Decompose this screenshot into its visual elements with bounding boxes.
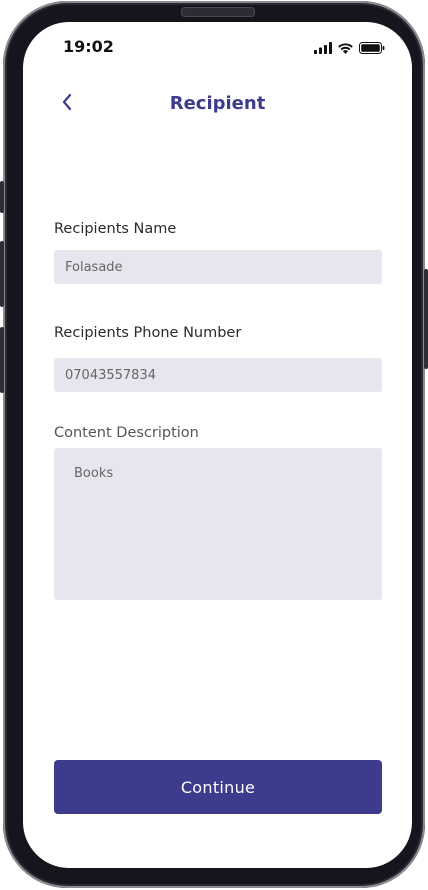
phone-frame: 19:02 Recipient Recipients Name Folasade… <box>0 1 428 888</box>
app-screen: 19:02 Recipient Recipients Name Folasade… <box>23 22 412 868</box>
recipient-phone-input[interactable] <box>54 358 382 392</box>
side-button-left-1 <box>0 181 4 213</box>
side-button-left-3 <box>0 327 4 393</box>
status-time: 19:02 <box>63 37 114 56</box>
recipient-name-label: Recipients Name <box>54 221 177 237</box>
content-description-textarea[interactable]: Books <box>54 448 382 600</box>
wifi-icon <box>337 39 354 58</box>
status-icons <box>314 39 385 58</box>
status-bar: 19:02 <box>23 22 412 72</box>
page-title: Recipient <box>169 93 266 114</box>
recipient-name-input[interactable] <box>54 250 382 284</box>
signal-icon <box>314 39 332 58</box>
speaker-grille <box>181 7 255 17</box>
continue-button[interactable]: Continue <box>54 760 382 814</box>
page-header: Recipient <box>23 86 412 126</box>
recipient-phone-label: Recipients Phone Number <box>54 325 242 341</box>
side-button-left-2 <box>0 241 4 307</box>
content-description-label: Content Description <box>54 425 199 441</box>
battery-icon <box>359 39 385 58</box>
side-button-right <box>424 269 428 369</box>
